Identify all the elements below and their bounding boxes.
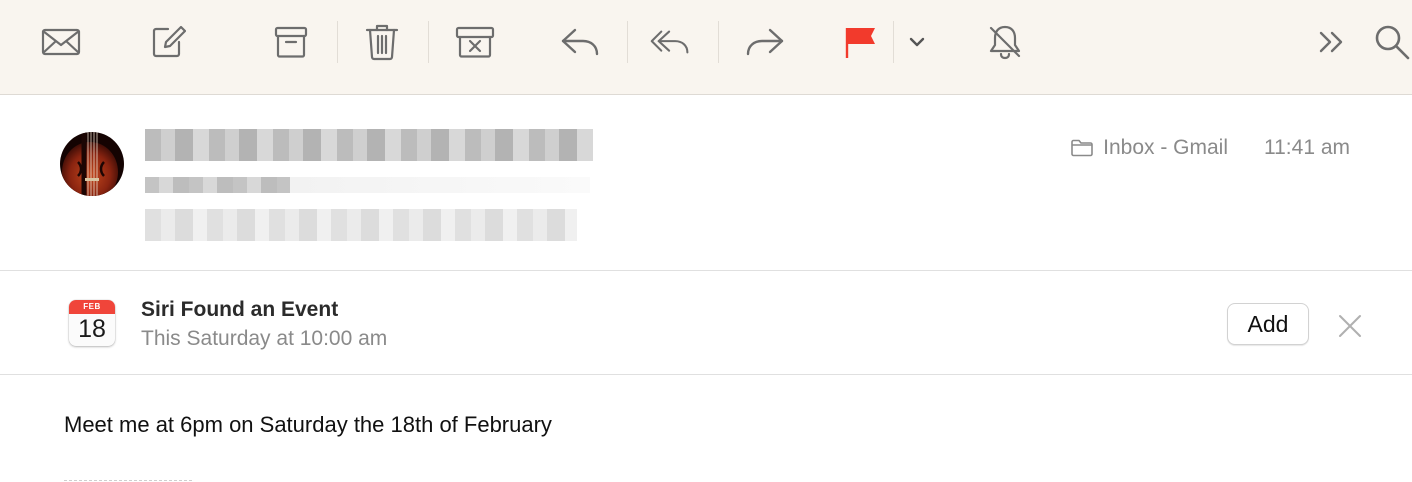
folder-icon — [1071, 139, 1093, 157]
toolbar-separator — [627, 21, 628, 63]
junk-button[interactable] — [455, 22, 495, 62]
close-icon — [1339, 315, 1361, 337]
calendar-day: 18 — [78, 315, 106, 343]
mute-button[interactable] — [985, 22, 1025, 62]
toolbar-separator — [337, 21, 338, 63]
reply-button[interactable] — [560, 22, 600, 62]
search-button[interactable] — [1372, 22, 1412, 62]
siri-suggestion-banner: FEB 18 Siri Found an Event This Saturday… — [0, 271, 1412, 375]
get-mail-button[interactable] — [41, 22, 81, 62]
toolbar-separator — [428, 21, 429, 63]
more-icon — [1319, 31, 1343, 53]
search-icon — [1375, 25, 1410, 60]
flag-icon — [845, 28, 875, 58]
dismiss-suggestion-button[interactable] — [1337, 313, 1363, 339]
message-time: 11:41 am — [1264, 136, 1350, 159]
toolbar-separator — [893, 21, 894, 63]
siri-event-title: Siri Found an Event — [141, 298, 339, 321]
archive-icon — [274, 26, 308, 58]
sender-address-redacted — [145, 177, 290, 193]
reply-all-button[interactable] — [650, 22, 690, 62]
compose-icon — [152, 25, 186, 58]
flag-button[interactable] — [840, 22, 880, 62]
siri-event-subtitle: This Saturday at 10:00 am — [141, 327, 388, 350]
forward-icon — [746, 28, 784, 56]
reply-icon — [561, 28, 599, 56]
toolbar — [0, 0, 1412, 95]
delete-button[interactable] — [362, 22, 402, 62]
forward-button[interactable] — [745, 22, 785, 62]
mute-icon — [989, 25, 1021, 60]
flag-menu-button[interactable] — [902, 22, 932, 62]
compose-button[interactable] — [148, 22, 188, 62]
envelope-icon — [41, 28, 81, 56]
sender-address-redacted — [290, 177, 590, 193]
mailbox-indicator: Inbox - Gmail — [1071, 136, 1228, 160]
toolbar-separator — [718, 21, 719, 63]
add-event-button[interactable]: Add — [1227, 303, 1309, 345]
mailbox-label: Inbox - Gmail — [1103, 136, 1228, 159]
message-header: Inbox - Gmail 11:41 am — [0, 95, 1412, 271]
calendar-icon: FEB 18 — [69, 300, 115, 346]
recipient-redacted — [145, 209, 577, 241]
avatar — [60, 132, 124, 196]
trash-icon — [365, 24, 399, 61]
message-body-text: Meet me at 6pm on Saturday the 18th of F… — [64, 412, 552, 437]
reply-all-icon — [650, 30, 689, 54]
chevron-down-icon — [909, 37, 925, 47]
signature-divider — [64, 480, 192, 481]
sender-name-redacted — [145, 129, 593, 161]
junk-icon — [455, 26, 495, 58]
more-button[interactable] — [1312, 22, 1352, 62]
calendar-month: FEB — [69, 300, 115, 314]
archive-button[interactable] — [271, 22, 311, 62]
